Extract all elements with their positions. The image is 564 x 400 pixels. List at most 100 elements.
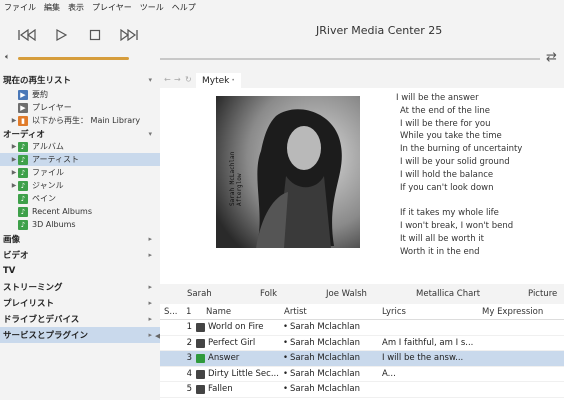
category-sarah[interactable]: Sarah: [187, 289, 212, 299]
track-number: 3: [186, 353, 192, 363]
chevron-right-icon[interactable]: ▶: [10, 156, 18, 163]
column-header-my-expression[interactable]: My Expression: [482, 307, 543, 317]
seek-bar[interactable]: [160, 58, 540, 60]
sidebar-label: ペイン: [32, 194, 56, 203]
sidebar-item-page[interactable]: ♪ ペイン: [0, 192, 160, 205]
lyric-line: It will all be worth it: [400, 233, 485, 244]
category-folk[interactable]: Folk: [260, 289, 277, 299]
tab-bar: ← → ↻ Mytek •: [160, 72, 564, 88]
sidebar-label: オーディオ: [3, 129, 45, 140]
track-number: 4: [186, 368, 192, 379]
table-row[interactable]: 2 Perfect Girl • Sarah Mclachlan Am I fa…: [160, 336, 564, 351]
sidebar-item-player[interactable]: ▶ プレイヤー: [0, 101, 160, 114]
sidebar-label: 画像: [3, 235, 21, 245]
menu-tools[interactable]: ツール: [140, 2, 164, 13]
sidebar-label: TV: [3, 266, 16, 276]
chevron-right-icon: ▸: [148, 331, 152, 339]
chevron-right-icon[interactable]: ▶: [10, 169, 18, 176]
sidebar-item-album[interactable]: ▶ ♪ アルバム: [0, 140, 160, 153]
track-name: World on Fire: [208, 322, 264, 332]
chevron-down-icon: ▾: [148, 129, 152, 138]
track-lyrics: A...: [382, 368, 396, 379]
menu-edit[interactable]: 編集: [44, 2, 60, 13]
volume-slider[interactable]: [18, 57, 129, 60]
category-bar: Sarah Folk Joe Walsh Metallica Chart Pic…: [160, 284, 564, 304]
lyric-line: I will be the answer: [396, 93, 479, 103]
back-icon[interactable]: ←: [164, 75, 171, 84]
category-picture[interactable]: Picture: [528, 289, 557, 299]
sidebar-item-artist[interactable]: ▶ ♪ アーティスト: [0, 153, 160, 166]
menu-help[interactable]: ヘルプ: [172, 2, 196, 13]
lyric-line: I will hold the balance: [400, 169, 494, 180]
chevron-right-icon[interactable]: ▶: [10, 182, 18, 189]
sidebar-item-play-from[interactable]: ▶ ▮ 以下から再生： Main Library: [0, 114, 160, 127]
music-note-icon: ♪: [18, 141, 28, 152]
sidebar-label: ファイル: [32, 168, 64, 177]
sidebar-item-3d-albums[interactable]: ♪ 3D Albums: [0, 218, 160, 231]
tab-close-icon[interactable]: •: [231, 77, 235, 84]
sidebar-label: ビデオ: [3, 251, 29, 261]
menu-player[interactable]: プレイヤー: [92, 2, 132, 13]
sidebar-item-summary[interactable]: ▶ 要約: [0, 88, 160, 101]
table-row[interactable]: 1 World on Fire • Sarah Mclachlan: [160, 320, 564, 336]
column-header-status[interactable]: S...: [164, 307, 178, 317]
menu-file[interactable]: ファイル: [4, 2, 36, 13]
chevron-right-icon: ▸: [148, 235, 152, 243]
track-name: Fallen: [208, 384, 233, 394]
sidebar-item-genre[interactable]: ▶ ♪ ジャンル: [0, 179, 160, 192]
tab-mytek[interactable]: Mytek •: [196, 73, 241, 88]
previous-button[interactable]: [14, 26, 40, 44]
sidebar-item-drives[interactable]: ドライブとデバイス ▸: [0, 311, 160, 327]
track-number: 5: [186, 384, 192, 394]
sidebar-item-now-playing[interactable]: 現在の再生リスト ▾: [0, 72, 160, 88]
sidebar-item-recent-albums[interactable]: ♪ Recent Albums: [0, 205, 160, 218]
play-icon: ▶: [18, 89, 28, 100]
sidebar-label: 要約: [32, 90, 48, 99]
lyric-line: [396, 194, 522, 207]
table-row[interactable]: 4 Dirty Little Sec... • Sarah Mclachlan …: [160, 367, 564, 382]
music-note-icon: ♪: [18, 219, 28, 230]
track-name: Perfect Girl: [208, 337, 256, 348]
chevron-right-icon[interactable]: ▶: [10, 143, 18, 150]
chevron-right-icon[interactable]: ▶: [10, 117, 18, 124]
chevron-right-icon: ▸: [148, 299, 152, 307]
category-joe-walsh[interactable]: Joe Walsh: [326, 289, 367, 299]
stop-button[interactable]: [82, 26, 108, 44]
play-button[interactable]: [48, 26, 74, 44]
lyrics-panel: I will be the answer At the end of the l…: [396, 92, 522, 258]
track-artist: Sarah Mclachlan: [290, 384, 360, 394]
column-header-artist[interactable]: Artist: [284, 307, 307, 317]
next-button[interactable]: [116, 26, 142, 44]
volume-icon[interactable]: 🔈︎: [5, 52, 10, 62]
sidebar-label: ストリーミング: [3, 283, 63, 293]
shuffle-icon[interactable]: ⇄: [546, 50, 557, 65]
lyric-line: While you take the time: [400, 131, 502, 142]
audio-file-icon: [196, 369, 205, 379]
column-header-number[interactable]: 1: [186, 307, 191, 317]
music-note-icon: ♪: [18, 180, 28, 191]
category-metallica-chart[interactable]: Metallica Chart: [416, 289, 480, 299]
sidebar-label: 3D Albums: [32, 220, 76, 229]
sidebar-item-audio[interactable]: オーディオ ▾: [0, 127, 160, 140]
menu-view[interactable]: 表示: [68, 2, 84, 13]
dot-icon: •: [283, 353, 289, 363]
refresh-icon[interactable]: ↻: [185, 75, 192, 84]
sidebar-item-tv[interactable]: TV: [0, 263, 160, 279]
track-table: S... 1 Name Artist Lyrics My Expression …: [160, 304, 564, 400]
sidebar-item-images[interactable]: 画像 ▸: [0, 231, 160, 247]
sidebar-item-video[interactable]: ビデオ ▸: [0, 247, 160, 263]
sidebar-item-services[interactable]: サービスとプラグイン ▸: [0, 327, 160, 343]
column-header-name[interactable]: Name: [206, 307, 231, 317]
play-icon: [56, 29, 67, 41]
table-row-playing[interactable]: 3 Answer • Sarah Mclachlan I will be the…: [160, 351, 564, 367]
sidebar-item-playlist[interactable]: プレイリスト ▸: [0, 295, 160, 311]
now-playing-icon: [196, 354, 205, 363]
sidebar-item-streaming[interactable]: ストリーミング ▸: [0, 279, 160, 295]
track-lyrics: Am I faithful, am I s...: [382, 337, 474, 348]
forward-icon[interactable]: →: [174, 75, 181, 84]
sidebar-item-file[interactable]: ▶ ♪ ファイル: [0, 166, 160, 179]
stop-icon: [89, 29, 101, 41]
track-name: Dirty Little Sec...: [208, 368, 279, 379]
table-row[interactable]: 5 Fallen • Sarah Mclachlan: [160, 382, 564, 398]
column-header-lyrics[interactable]: Lyrics: [382, 307, 406, 317]
